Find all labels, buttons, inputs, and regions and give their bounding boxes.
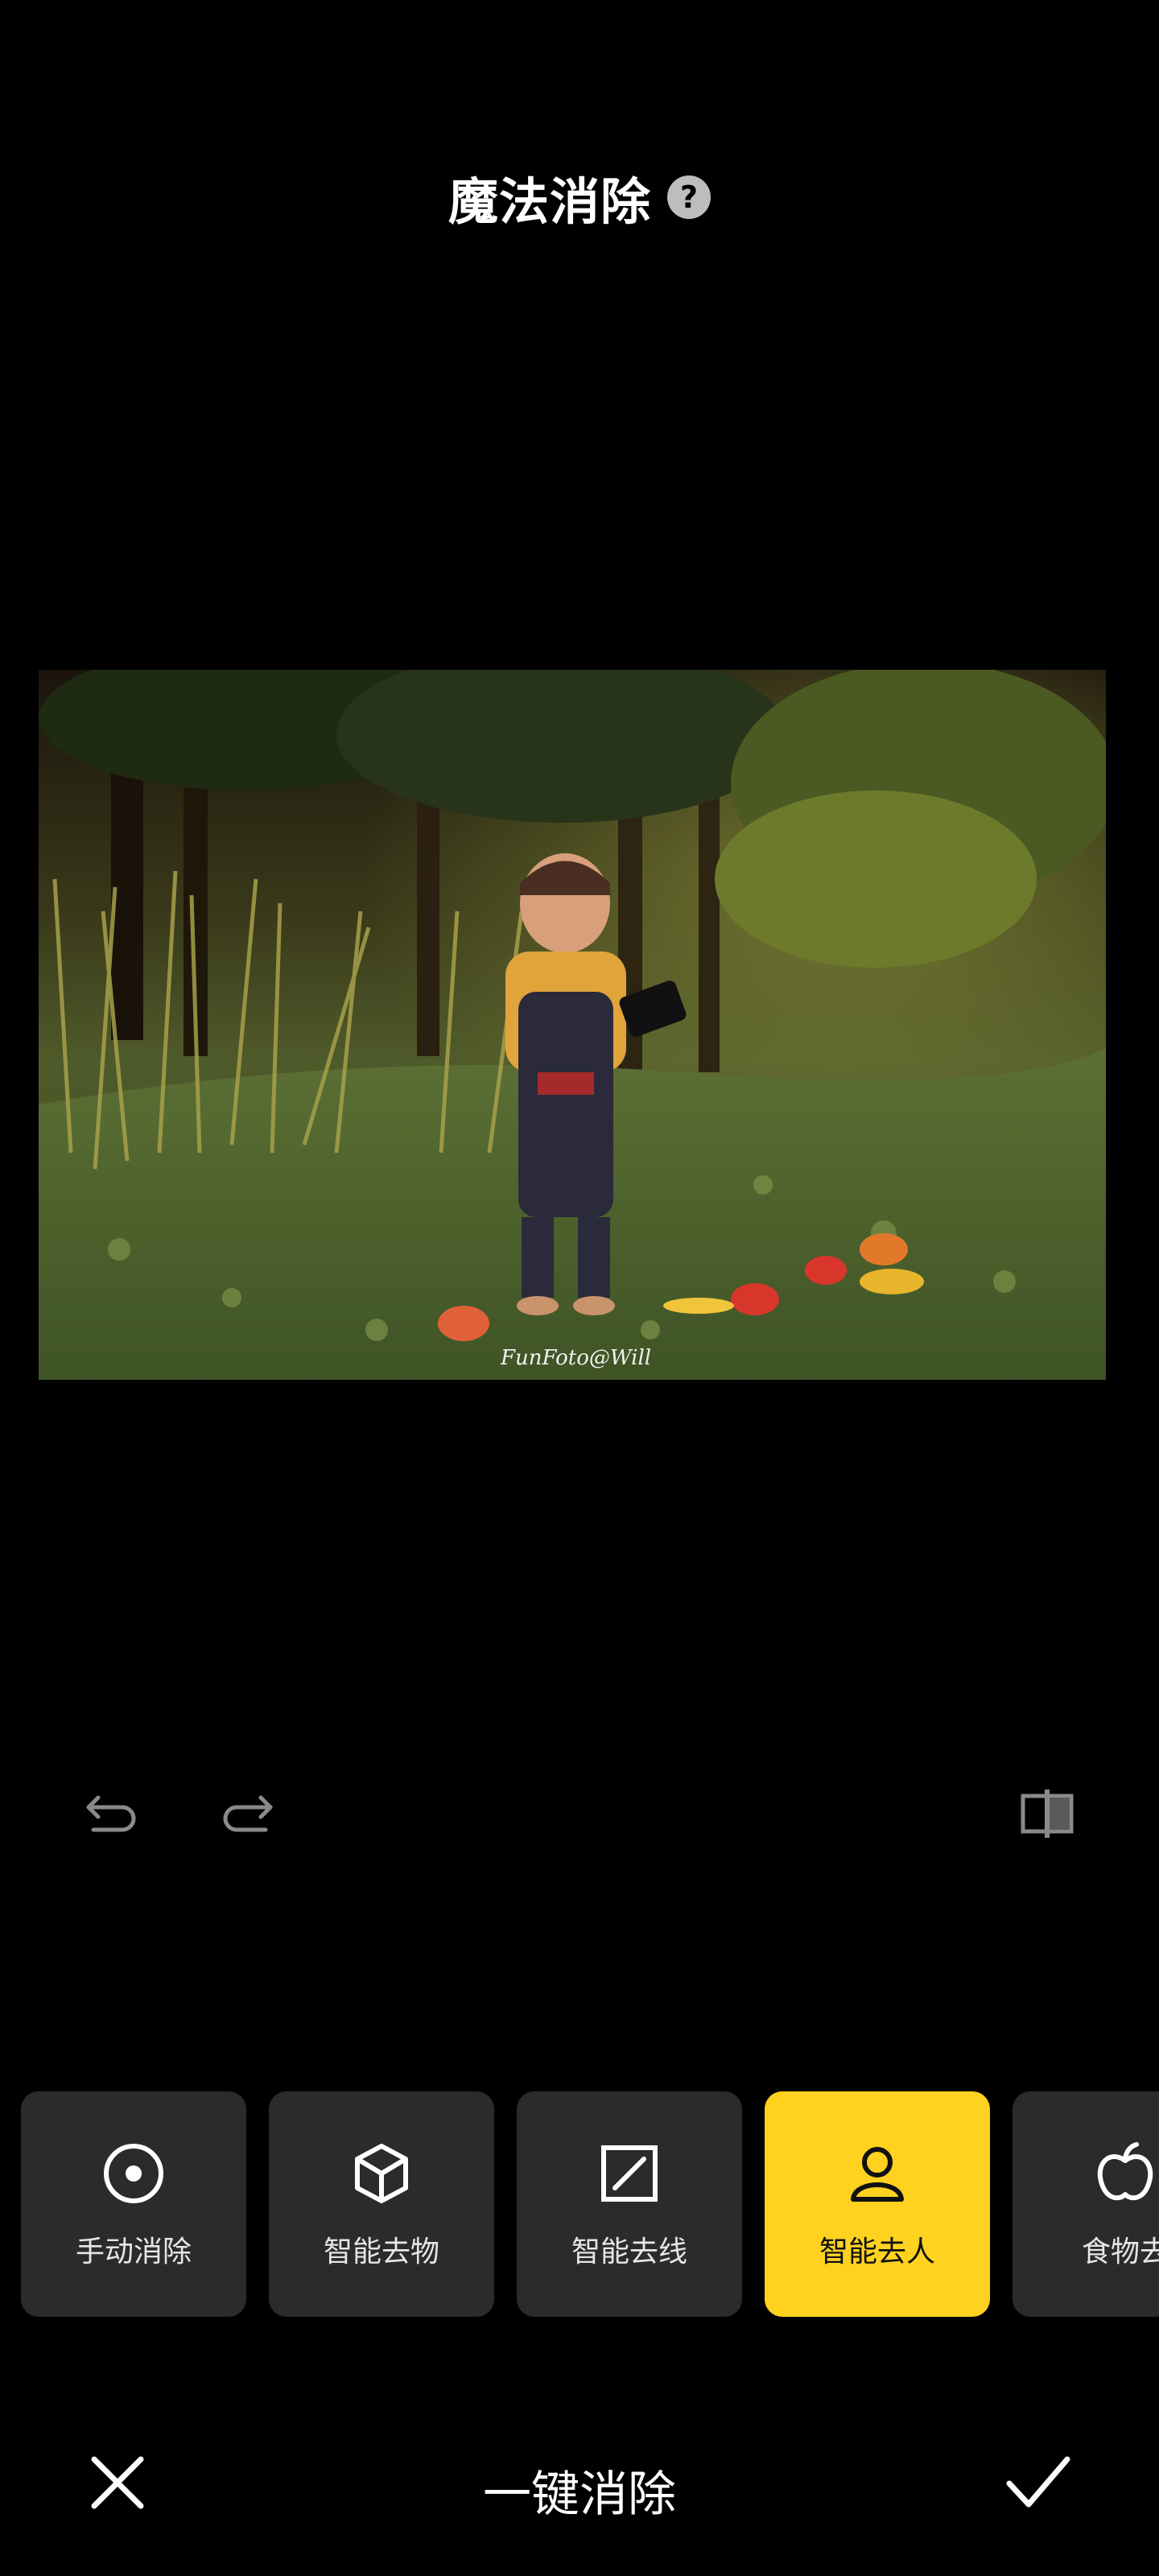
photo-canvas[interactable]: FunFoto@Will xyxy=(39,670,1106,1380)
undo-icon xyxy=(86,1795,136,1832)
tool-smart-remove-line[interactable]: 智能去线 xyxy=(517,2091,742,2317)
tool-label: 智能去线 xyxy=(571,2235,687,2268)
one-key-remove-button[interactable]: 一键消除 xyxy=(0,2455,1159,2525)
tool-manual-remove[interactable]: 手动消除 xyxy=(21,2091,246,2317)
tool-label: 智能去物 xyxy=(323,2235,439,2268)
help-icon[interactable]: ? xyxy=(667,175,711,219)
target-icon xyxy=(101,2141,166,2206)
header: 魔法消除 ? xyxy=(0,161,1159,233)
person-icon xyxy=(845,2141,909,2206)
compare-button[interactable] xyxy=(1011,1777,1083,1850)
tool-label: 智能去人 xyxy=(819,2235,935,2268)
redo-button[interactable] xyxy=(211,1779,283,1852)
tool-label: 食物去 xyxy=(1081,2235,1159,2268)
page-title: 魔法消除 xyxy=(448,172,651,231)
undo-button[interactable] xyxy=(76,1779,148,1852)
tool-strip[interactable]: 手动消除 智能去物 智能去线 智能去人 食物去 xyxy=(21,2091,1159,2317)
apple-icon xyxy=(1093,2141,1157,2206)
check-icon xyxy=(1006,2456,1070,2508)
compare-icon xyxy=(1021,1790,1074,1838)
tool-smart-remove-object[interactable]: 智能去物 xyxy=(269,2091,494,2317)
photo-image xyxy=(39,670,1106,1380)
tool-label: 手动消除 xyxy=(75,2235,192,2268)
slash-square-icon xyxy=(597,2141,662,2206)
tool-food-remove[interactable]: 食物去 xyxy=(1013,2091,1159,2317)
confirm-button[interactable] xyxy=(998,2442,1079,2523)
cube-icon xyxy=(349,2141,414,2206)
tool-smart-remove-person[interactable]: 智能去人 xyxy=(765,2091,990,2317)
redo-icon xyxy=(223,1795,273,1832)
photo-watermark: FunFoto@Will xyxy=(501,1346,652,1370)
